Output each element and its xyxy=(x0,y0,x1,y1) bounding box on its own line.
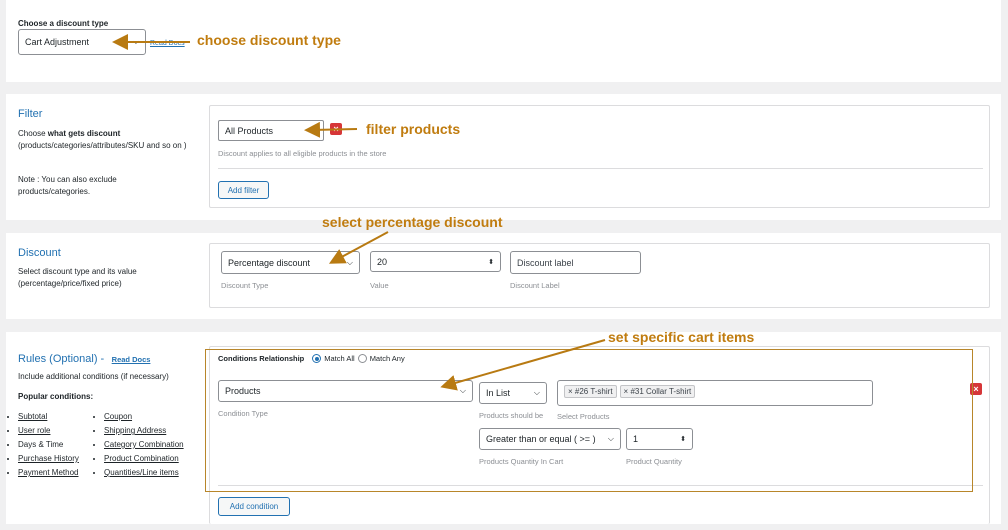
annotation-choose-discount-type: choose discount type xyxy=(197,32,341,48)
annotation-select-percentage: select percentage discount xyxy=(322,214,503,230)
arrow-percentage xyxy=(328,231,389,264)
annotation-filter-products: filter products xyxy=(366,121,461,137)
arrow-cart-items xyxy=(440,339,606,391)
annotation-arrows xyxy=(112,34,606,391)
arrow-filter xyxy=(304,121,358,138)
annotation-cart-items: set specific cart items xyxy=(608,329,755,345)
